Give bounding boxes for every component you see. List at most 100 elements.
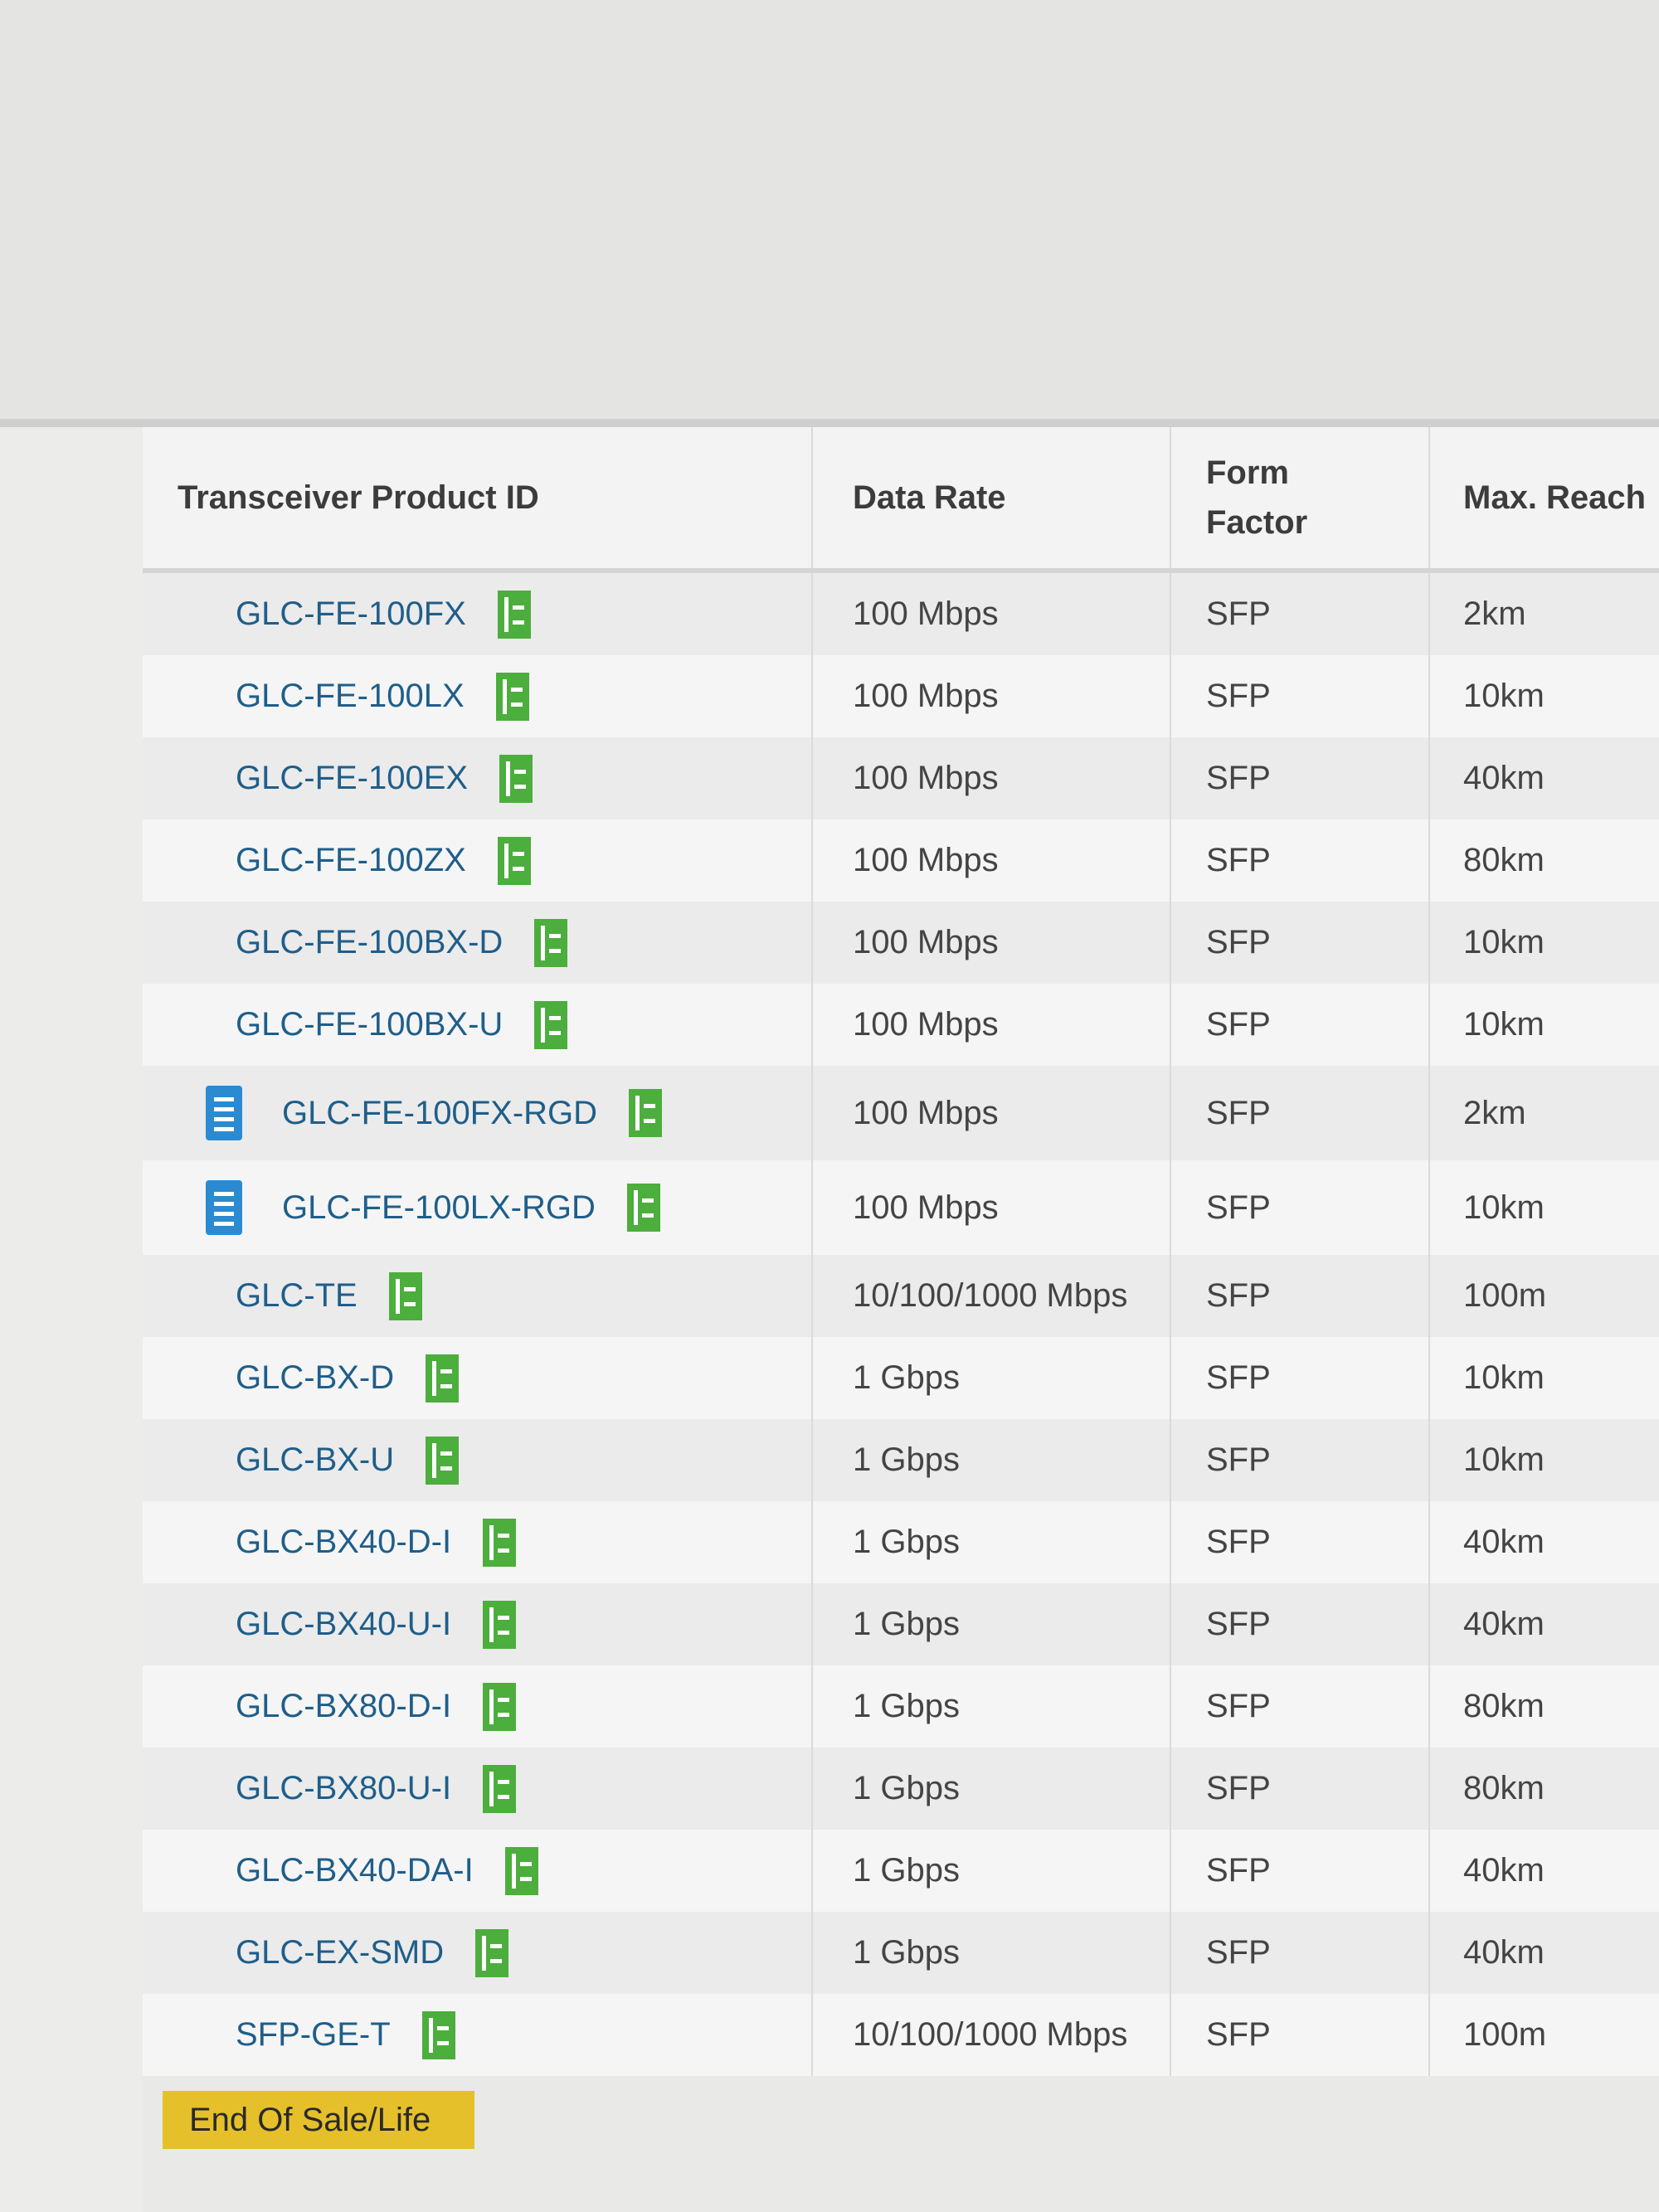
cell-product-id: GLC-FE-100LX [143,655,813,737]
cell-max-reach: 100m [1463,2016,1547,2053]
product-id-link[interactable]: GLC-FE-100BX-U [236,1006,503,1043]
cell-product-id: SFP-GE-T [143,1994,813,2076]
cell-form-factor: SFP [1171,655,1430,737]
cell-data-rate: 10/100/1000 Mbps [813,1994,1171,2076]
header-max-reach[interactable]: Max. Reach [1430,427,1659,568]
sfp-module-icon[interactable] [426,1354,460,1403]
product-id-link[interactable]: SFP-GE-T [236,2016,391,2054]
cell-form-factor: SFP [1171,1255,1430,1337]
document-icon[interactable] [206,1180,242,1235]
product-id-link[interactable]: GLC-BX80-U-I [236,1770,451,1807]
cell-data-rate: 1 Gbps [813,1912,1171,1994]
sfp-module-icon[interactable] [388,1271,422,1320]
header-product-id[interactable]: Transceiver Product ID [143,427,813,568]
cell-form-factor: SFP [1171,1066,1430,1160]
table-row: GLC-BX40-DA-I 1 Gbps SFP 40km [143,1830,1659,1912]
cell-data-rate: 10/100/1000 Mbps [813,1255,1171,1337]
header-data-rate[interactable]: Data Rate [813,427,1171,568]
cell-form-factor: SFP [1171,1748,1430,1830]
document-icon[interactable] [206,1086,242,1140]
cell-product-id: GLC-BX-D [143,1337,813,1419]
sfp-module-icon[interactable] [534,1000,568,1049]
cell-max-reach: 40km [1463,1934,1545,1971]
cell-data-rate: 1 Gbps [813,1583,1171,1665]
cell-max-reach: 10km [1463,924,1545,960]
sfp-module-icon[interactable] [483,1600,517,1649]
table-row: GLC-TE 10/100/1000 Mbps SFP 100m [143,1255,1659,1337]
table-row: GLC-FE-100EX 100 Mbps SFP 40km [143,737,1659,819]
sfp-module-icon[interactable] [629,1089,663,1137]
product-id-link[interactable]: GLC-FE-100FX [236,596,466,633]
table-body: GLC-FE-100FX 100 Mbps SFP 2km GLC-FE-100LX 10… [143,573,1659,2076]
cell-data-rate: 100 Mbps [813,902,1171,984]
cell-data-rate: 1 Gbps [813,1748,1171,1830]
sfp-module-icon[interactable] [626,1184,660,1232]
product-id-link[interactable]: GLC-EX-SMD [236,1934,444,1971]
product-id-link[interactable]: GLC-FE-100LX [236,678,465,715]
cell-max-reach: 80km [1463,1770,1545,1806]
cell-product-id: GLC-BX-U [143,1419,813,1501]
sfp-module-icon[interactable] [426,1436,460,1485]
product-id-link[interactable]: GLC-BX40-U-I [236,1606,451,1643]
cell-data-rate: 1 Gbps [813,1830,1171,1912]
table-row: GLC-BX40-D-I 1 Gbps SFP 40km [143,1501,1659,1583]
cell-max-reach: 2km [1463,1094,1526,1131]
product-id-link[interactable]: GLC-TE [236,1277,358,1315]
sfp-module-icon[interactable] [499,754,533,803]
cell-max-reach: 2km [1463,596,1526,632]
header-form-factor[interactable]: Form Factor [1171,427,1430,568]
table-header: Transceiver Product ID Data Rate Form Fa… [143,427,1659,573]
cell-data-rate: 100 Mbps [813,819,1171,902]
cell-data-rate: 100 Mbps [813,1160,1171,1255]
product-id-link[interactable]: GLC-FE-100BX-D [236,924,503,961]
sfp-module-icon[interactable] [497,836,531,885]
table-row: GLC-BX40-U-I 1 Gbps SFP 40km [143,1583,1659,1665]
cell-form-factor: SFP [1171,1337,1430,1419]
sfp-module-icon[interactable] [497,590,531,639]
cell-max-reach: 80km [1463,842,1545,878]
sfp-module-icon[interactable] [421,2010,455,2059]
page-left-margin [0,427,143,2212]
product-id-link[interactable]: GLC-FE-100LX-RGD [282,1189,596,1227]
table-row: GLC-EX-SMD 1 Gbps SFP 40km [143,1912,1659,1994]
cell-max-reach: 10km [1463,1189,1545,1226]
table-row: GLC-FE-100LX 100 Mbps SFP 10km [143,655,1659,737]
product-id-link[interactable]: GLC-BX40-D-I [236,1524,451,1561]
cell-form-factor: SFP [1171,1160,1430,1255]
sfp-module-icon[interactable] [483,1764,517,1813]
cell-form-factor: SFP [1171,1830,1430,1912]
product-id-link[interactable]: GLC-FE-100FX-RGD [282,1095,597,1132]
product-id-link[interactable]: GLC-FE-100ZX [236,842,466,879]
cell-data-rate: 100 Mbps [813,655,1171,737]
cell-data-rate: 100 Mbps [813,1066,1171,1160]
product-id-link[interactable]: GLC-BX-D [236,1359,394,1397]
cell-product-id: GLC-FE-100BX-U [143,984,813,1066]
sfp-module-icon[interactable] [495,672,529,721]
product-id-link[interactable]: GLC-FE-100EX [236,760,468,797]
transceiver-table: Transceiver Product ID Data Rate Form Fa… [143,427,1659,2076]
sfp-module-icon[interactable] [475,1928,509,1977]
cell-product-id: GLC-EX-SMD [143,1912,813,1994]
sfp-module-icon[interactable] [483,1518,517,1567]
cell-max-reach: 40km [1463,1524,1545,1560]
table-row: GLC-BX-U 1 Gbps SFP 10km [143,1419,1659,1501]
cell-data-rate: 1 Gbps [813,1665,1171,1748]
cell-form-factor: SFP [1171,1912,1430,1994]
end-of-sale-badge: End Of Sale/Life [163,2091,474,2149]
product-id-link[interactable]: GLC-BX80-D-I [236,1688,451,1725]
product-id-link[interactable]: GLC-BX-U [236,1441,394,1479]
cell-product-id: GLC-FE-100LX-RGD [143,1160,813,1255]
cell-max-reach: 40km [1463,1606,1545,1642]
table-row: GLC-FE-100LX-RGD 100 Mbps SFP 10km [143,1160,1659,1255]
table-row: GLC-FE-100BX-U 100 Mbps SFP 10km [143,984,1659,1066]
cell-product-id: GLC-FE-100ZX [143,819,813,902]
sfp-module-icon[interactable] [483,1682,517,1731]
sfp-module-icon[interactable] [534,918,568,967]
cell-product-id: GLC-FE-100EX [143,737,813,819]
cell-data-rate: 100 Mbps [813,737,1171,819]
cell-form-factor: SFP [1171,902,1430,984]
sfp-module-icon[interactable] [504,1846,538,1895]
cell-product-id: GLC-TE [143,1255,813,1337]
cell-data-rate: 100 Mbps [813,984,1171,1066]
product-id-link[interactable]: GLC-BX40-DA-I [236,1852,474,1889]
